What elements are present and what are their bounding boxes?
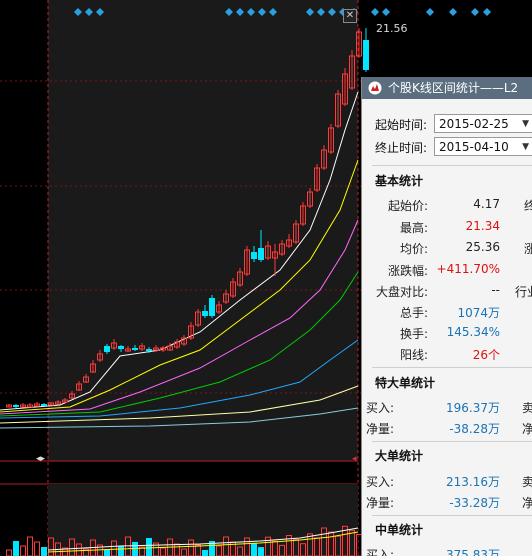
panel-title: 个股K线区间统计——L2 <box>388 81 519 95</box>
super-large-net2-label-cut: 净 <box>522 420 532 437</box>
super-large-title: 特大单统计 <box>375 376 436 390</box>
up-candles-label: 阳线: <box>399 348 428 362</box>
basic-stats-title: 基本统计 <box>375 174 424 188</box>
volume-bar <box>6 549 12 556</box>
volume-bar <box>13 541 19 556</box>
end-time-select[interactable]: 2015-04-10 ▼ <box>434 137 532 156</box>
large-buy-label: 买入: <box>365 475 394 489</box>
selected-range-background <box>48 0 358 461</box>
diamond-marker[interactable] <box>382 8 390 16</box>
avg-price-label: 均价: <box>399 242 428 256</box>
divider <box>372 515 532 516</box>
change-pct-label: 涨跌幅: <box>387 264 428 278</box>
avg-price-value: 25.36 <box>465 240 500 254</box>
divider <box>372 165 532 166</box>
candle-body <box>104 346 110 352</box>
close-range-button[interactable]: ✕ <box>343 9 357 23</box>
diamond-marker[interactable] <box>371 8 379 16</box>
super-large-net-value: -38.28万 <box>449 422 500 436</box>
total-volume-label: 总手: <box>399 306 428 320</box>
end-time-value: 2015-04-10 <box>439 140 509 154</box>
super-large-sell-label-cut: 卖 <box>522 399 532 416</box>
candle-body <box>132 348 138 350</box>
candle-body <box>363 40 369 70</box>
start-time-label: 起始时间: <box>375 118 428 132</box>
large-buy-value: 213.16万 <box>446 475 500 489</box>
large-sell-label-cut: 卖 <box>522 473 532 490</box>
volume-bar <box>118 546 124 556</box>
candle-body <box>41 404 47 406</box>
panel-title-bar: 个股K线区间统计——L2 <box>362 77 532 99</box>
industry-label-cut: 行业 <box>515 285 532 299</box>
candle-body <box>118 346 124 349</box>
chevron-down-icon: ▼ <box>522 142 529 152</box>
candle-body <box>202 311 208 316</box>
high-price-label: 21.56 <box>376 22 408 35</box>
super-large-net-label: 净量: <box>365 422 394 436</box>
candle-body <box>146 349 152 351</box>
volume-bar <box>146 538 152 556</box>
market-compare-value: -- <box>491 283 500 297</box>
diamond-marker[interactable] <box>449 8 457 16</box>
high-label: 最高: <box>399 221 428 235</box>
start-time-value: 2015-02-25 <box>439 117 509 131</box>
up-candles-value: 26个 <box>472 348 500 362</box>
start-price-label: 起始价: <box>387 199 428 213</box>
super-large-buy-label: 买入: <box>365 401 394 415</box>
medium-buy-label: 买入: <box>365 548 394 556</box>
candle-body <box>251 252 257 259</box>
divider <box>372 367 532 368</box>
change-pct-value: +411.70% <box>436 262 500 276</box>
candle-body <box>209 298 215 316</box>
divider <box>372 441 532 442</box>
start-time-select[interactable]: 2015-02-25 ▼ <box>434 114 532 133</box>
turnover-label: 换手: <box>399 327 428 341</box>
diamond-marker[interactable] <box>426 8 434 16</box>
volume-bar <box>104 550 110 556</box>
large-title: 大单统计 <box>375 449 424 463</box>
medium-title: 中单统计 <box>375 523 424 537</box>
volume-bar <box>20 545 26 556</box>
stock-logo-icon <box>368 81 382 95</box>
total-volume-value: 1074万 <box>457 306 500 320</box>
candle-body <box>258 248 264 260</box>
range-stats-panel: 个股K线区间统计——L2 起始时间: 2015-02-25 ▼ 终止时间: 20… <box>361 77 532 556</box>
large-net2-label-cut: 净 <box>522 494 532 511</box>
chevron-down-icon: ▼ <box>522 119 529 129</box>
left-handle-icon: ◂▸ <box>36 454 46 464</box>
close-price-label-cut: 终 <box>524 197 532 214</box>
volume-bar <box>258 547 264 556</box>
volume-bar <box>27 536 33 556</box>
market-compare-label: 大盘对比: <box>375 285 428 299</box>
volume-pane-background <box>48 484 358 556</box>
volume-bar <box>34 541 40 556</box>
diamond-marker[interactable] <box>483 8 491 16</box>
turnover-value: 145.34% <box>446 325 500 339</box>
medium-buy-value: 375.83万 <box>446 548 500 556</box>
diamond-marker[interactable] <box>471 8 479 16</box>
right-handle-icon: ◂ <box>352 454 357 464</box>
volume-bar <box>202 550 208 556</box>
end-time-label: 终止时间: <box>375 141 428 155</box>
large-net-value: -33.28万 <box>449 496 500 510</box>
change-label-cut: 涨 <box>524 240 532 257</box>
large-net-label: 净量: <box>365 496 394 510</box>
start-price-value: 4.17 <box>473 197 500 211</box>
candle-body <box>13 405 19 407</box>
super-large-buy-value: 196.37万 <box>446 401 500 415</box>
volume-bar <box>41 547 47 556</box>
volume-bar <box>251 543 257 556</box>
high-value: 21.34 <box>465 219 500 233</box>
